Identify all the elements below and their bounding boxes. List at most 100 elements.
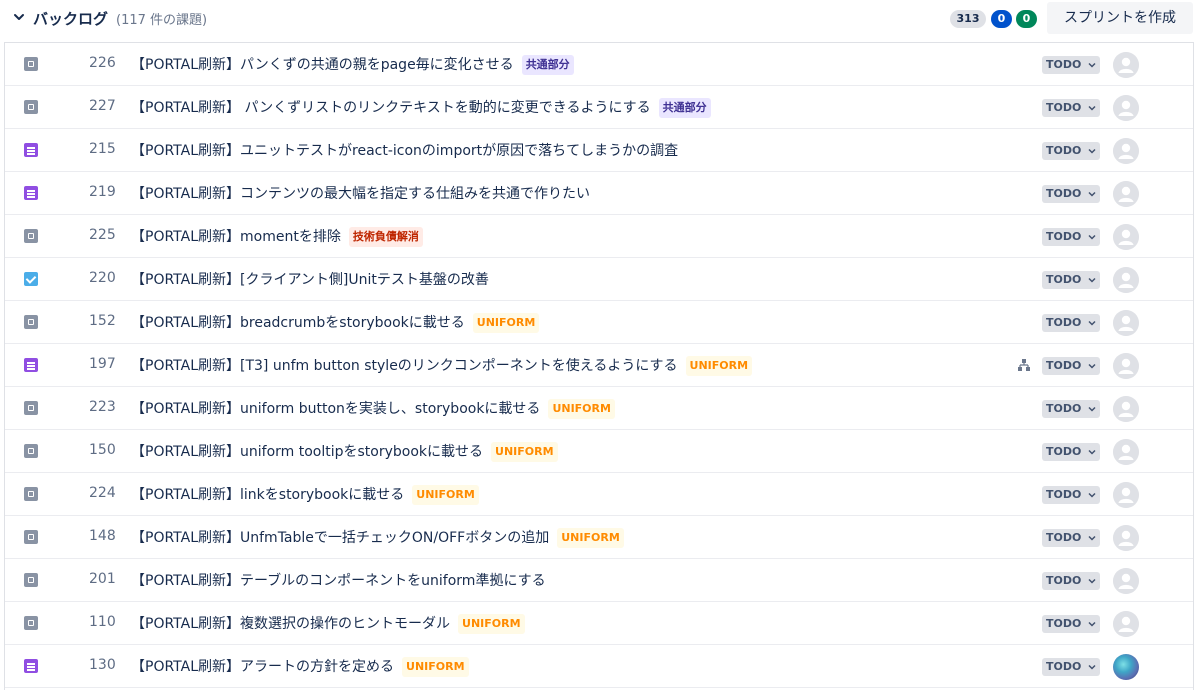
assignee-avatar[interactable]: [1113, 611, 1139, 637]
issue-key[interactable]: 227: [89, 98, 116, 114]
issue-summary-text[interactable]: 【PORTAL刷新】[T3] unfm button styleのリンクコンポー…: [131, 358, 678, 374]
assignee-avatar[interactable]: [1113, 525, 1139, 551]
issue-summary[interactable]: 【PORTAL刷新】複数選択の操作のヒントモーダル UNIFORM: [131, 613, 525, 634]
status-dropdown[interactable]: TODO: [1042, 443, 1100, 461]
issue-key[interactable]: 224: [89, 485, 116, 501]
issue-summary-text[interactable]: 【PORTAL刷新】uniform buttonを実装し、storybookに載…: [131, 401, 540, 417]
issue-row[interactable]: 225 【PORTAL刷新】momentを排除 技術負債解消 TODO: [5, 215, 1193, 258]
issue-summary[interactable]: 【PORTAL刷新】breadcrumbをstorybookに載せる UNIFOR…: [131, 312, 540, 333]
issue-summary[interactable]: 【PORTAL刷新】uniform tooltipをstorybookに載せる U…: [131, 441, 558, 462]
issue-summary-text[interactable]: 【PORTAL刷新】テーブルのコンポーネントをuniform準拠にする: [131, 573, 546, 589]
assignee-avatar[interactable]: [1113, 310, 1139, 336]
status-dropdown[interactable]: TODO: [1042, 615, 1100, 633]
status-dropdown[interactable]: TODO: [1042, 271, 1100, 289]
issue-summary-text[interactable]: 【PORTAL刷新】linkをstorybookに載せる: [131, 487, 404, 503]
issue-row[interactable]: 215 【PORTAL刷新】ユニットテストがreact-iconのimportが原…: [5, 129, 1193, 172]
issue-summary[interactable]: 【PORTAL刷新】[クライアント側]Unitテスト基盤の改善: [131, 269, 489, 289]
issue-key[interactable]: 226: [89, 55, 116, 71]
issue-row[interactable]: 220 【PORTAL刷新】[クライアント側]Unitテスト基盤の改善 TODO: [5, 258, 1193, 301]
issue-summary[interactable]: 【PORTAL刷新】momentを排除 技術負債解消: [131, 226, 423, 247]
issue-key[interactable]: 215: [89, 141, 116, 157]
issue-summary[interactable]: 【PORTAL刷新】アラートの方針を定める UNIFORM: [131, 656, 469, 677]
issue-key[interactable]: 110: [89, 614, 116, 630]
issue-summary[interactable]: 【PORTAL刷新】テーブルのコンポーネントをuniform準拠にする: [131, 570, 546, 590]
epic-label[interactable]: UNIFORM: [548, 399, 615, 419]
status-dropdown[interactable]: TODO: [1042, 658, 1100, 676]
issue-row[interactable]: 130 【PORTAL刷新】アラートの方針を定める UNIFORM TODO: [5, 645, 1193, 688]
issue-summary-text[interactable]: 【PORTAL刷新】コンテンツの最大幅を指定する仕組みを共通で作りたい: [131, 186, 590, 202]
issue-summary-text[interactable]: 【PORTAL刷新】UnfmTableで一括チェックON/OFFボタンの追加: [131, 530, 549, 546]
issue-row[interactable]: 110 【PORTAL刷新】複数選択の操作のヒントモーダル UNIFORM TODO: [5, 602, 1193, 645]
issue-row[interactable]: 201 【PORTAL刷新】テーブルのコンポーネントをuniform準拠にする TO…: [5, 559, 1193, 602]
status-dropdown[interactable]: TODO: [1042, 529, 1100, 547]
issue-summary[interactable]: 【PORTAL刷新】コンテンツの最大幅を指定する仕組みを共通で作りたい: [131, 183, 590, 203]
issue-summary-text[interactable]: 【PORTAL刷新】breadcrumbをstorybookに載せる: [131, 315, 465, 331]
assignee-avatar[interactable]: [1113, 654, 1139, 680]
issue-key[interactable]: 130: [89, 657, 116, 673]
status-dropdown[interactable]: TODO: [1042, 99, 1100, 117]
status-dropdown[interactable]: TODO: [1042, 400, 1100, 418]
issue-summary[interactable]: 【PORTAL刷新】UnfmTableで一括チェックON/OFFボタンの追加 UN…: [131, 527, 624, 548]
assignee-avatar[interactable]: [1113, 568, 1139, 594]
epic-label[interactable]: UNIFORM: [402, 657, 469, 677]
issue-key[interactable]: 220: [89, 270, 116, 286]
issue-key[interactable]: 150: [89, 442, 116, 458]
issue-summary-text[interactable]: 【PORTAL刷新】パンくずの共通の親をpage毎に変化させる: [131, 57, 514, 73]
issue-summary[interactable]: 【PORTAL刷新】linkをstorybookに載せる UNIFORM: [131, 484, 479, 505]
assignee-avatar[interactable]: [1113, 353, 1139, 379]
issue-key[interactable]: 201: [89, 571, 116, 587]
assignee-avatar[interactable]: [1113, 482, 1139, 508]
issue-key[interactable]: 223: [89, 399, 116, 415]
epic-label[interactable]: 共通部分: [521, 55, 574, 75]
issue-summary[interactable]: 【PORTAL刷新】パンくずの共通の親をpage毎に変化させる 共通部分: [131, 54, 574, 75]
issue-row[interactable]: 224 【PORTAL刷新】linkをstorybookに載せる UNIFORM TO…: [5, 473, 1193, 516]
issue-key[interactable]: 152: [89, 313, 116, 329]
status-dropdown[interactable]: TODO: [1042, 357, 1100, 375]
issue-summary-text[interactable]: 【PORTAL刷新】 パンくずリストのリンクテキストを動的に変更できるようにする: [131, 100, 651, 116]
epic-label[interactable]: UNIFORM: [458, 614, 525, 634]
epic-label[interactable]: UNIFORM: [491, 442, 558, 462]
issue-row[interactable]: 223 【PORTAL刷新】uniform buttonを実装し、storyboo…: [5, 387, 1193, 430]
epic-label[interactable]: 共通部分: [658, 98, 711, 118]
issue-row[interactable]: 227 【PORTAL刷新】 パンくずリストのリンクテキストを動的に変更できるよう…: [5, 86, 1193, 129]
epic-label[interactable]: UNIFORM: [685, 356, 753, 376]
issue-row[interactable]: 148 【PORTAL刷新】UnfmTableで一括チェックON/OFFボタンの追…: [5, 516, 1193, 559]
assignee-avatar[interactable]: [1113, 439, 1139, 465]
epic-label[interactable]: UNIFORM: [472, 313, 540, 333]
chevron-down-icon[interactable]: [12, 10, 26, 24]
assignee-avatar[interactable]: [1113, 138, 1139, 164]
assignee-avatar[interactable]: [1113, 396, 1139, 422]
issue-summary-text[interactable]: 【PORTAL刷新】ユニットテストがreact-iconのimportが原因で落…: [131, 143, 678, 159]
issue-summary[interactable]: 【PORTAL刷新】[T3] unfm button styleのリンクコンポー…: [131, 355, 753, 376]
assignee-avatar[interactable]: [1113, 224, 1139, 250]
child-issues-icon[interactable]: [1017, 358, 1031, 372]
issue-summary-text[interactable]: 【PORTAL刷新】アラートの方針を定める: [131, 659, 394, 675]
issue-row[interactable]: 219 【PORTAL刷新】コンテンツの最大幅を指定する仕組みを共通で作りたい TO…: [5, 172, 1193, 215]
epic-label[interactable]: UNIFORM: [557, 528, 624, 548]
create-sprint-button[interactable]: スプリントを作成: [1047, 2, 1193, 34]
issue-key[interactable]: 197: [89, 356, 116, 372]
issue-row[interactable]: 226 【PORTAL刷新】パンくずの共通の親をpage毎に変化させる 共通部分 TO…: [5, 43, 1193, 86]
status-dropdown[interactable]: TODO: [1042, 185, 1100, 203]
epic-label[interactable]: 技術負債解消: [348, 227, 423, 247]
issue-key[interactable]: 148: [89, 528, 116, 544]
assignee-avatar[interactable]: [1113, 267, 1139, 293]
issue-summary[interactable]: 【PORTAL刷新】ユニットテストがreact-iconのimportが原因で落…: [131, 140, 678, 160]
issue-summary-text[interactable]: 【PORTAL刷新】複数選択の操作のヒントモーダル: [131, 616, 450, 632]
epic-label[interactable]: UNIFORM: [412, 485, 479, 505]
status-dropdown[interactable]: TODO: [1042, 486, 1100, 504]
issue-row[interactable]: 152 【PORTAL刷新】breadcrumbをstorybookに載せる UNI…: [5, 301, 1193, 344]
issue-summary-text[interactable]: 【PORTAL刷新】[クライアント側]Unitテスト基盤の改善: [131, 272, 489, 288]
issue-key[interactable]: 225: [89, 227, 116, 243]
status-dropdown[interactable]: TODO: [1042, 228, 1100, 246]
status-dropdown[interactable]: TODO: [1042, 314, 1100, 332]
issue-key[interactable]: 219: [89, 184, 116, 200]
status-dropdown[interactable]: TODO: [1042, 142, 1100, 160]
issue-summary-text[interactable]: 【PORTAL刷新】momentを排除: [131, 229, 341, 245]
assignee-avatar[interactable]: [1113, 181, 1139, 207]
issue-summary[interactable]: 【PORTAL刷新】uniform buttonを実装し、storybookに載…: [131, 398, 615, 419]
issue-row[interactable]: 150 【PORTAL刷新】uniform tooltipをstorybookに載…: [5, 430, 1193, 473]
issue-summary[interactable]: 【PORTAL刷新】 パンくずリストのリンクテキストを動的に変更できるようにする…: [131, 97, 711, 118]
issue-summary-text[interactable]: 【PORTAL刷新】uniform tooltipをstorybookに載せる: [131, 444, 483, 460]
status-dropdown[interactable]: TODO: [1042, 56, 1100, 74]
